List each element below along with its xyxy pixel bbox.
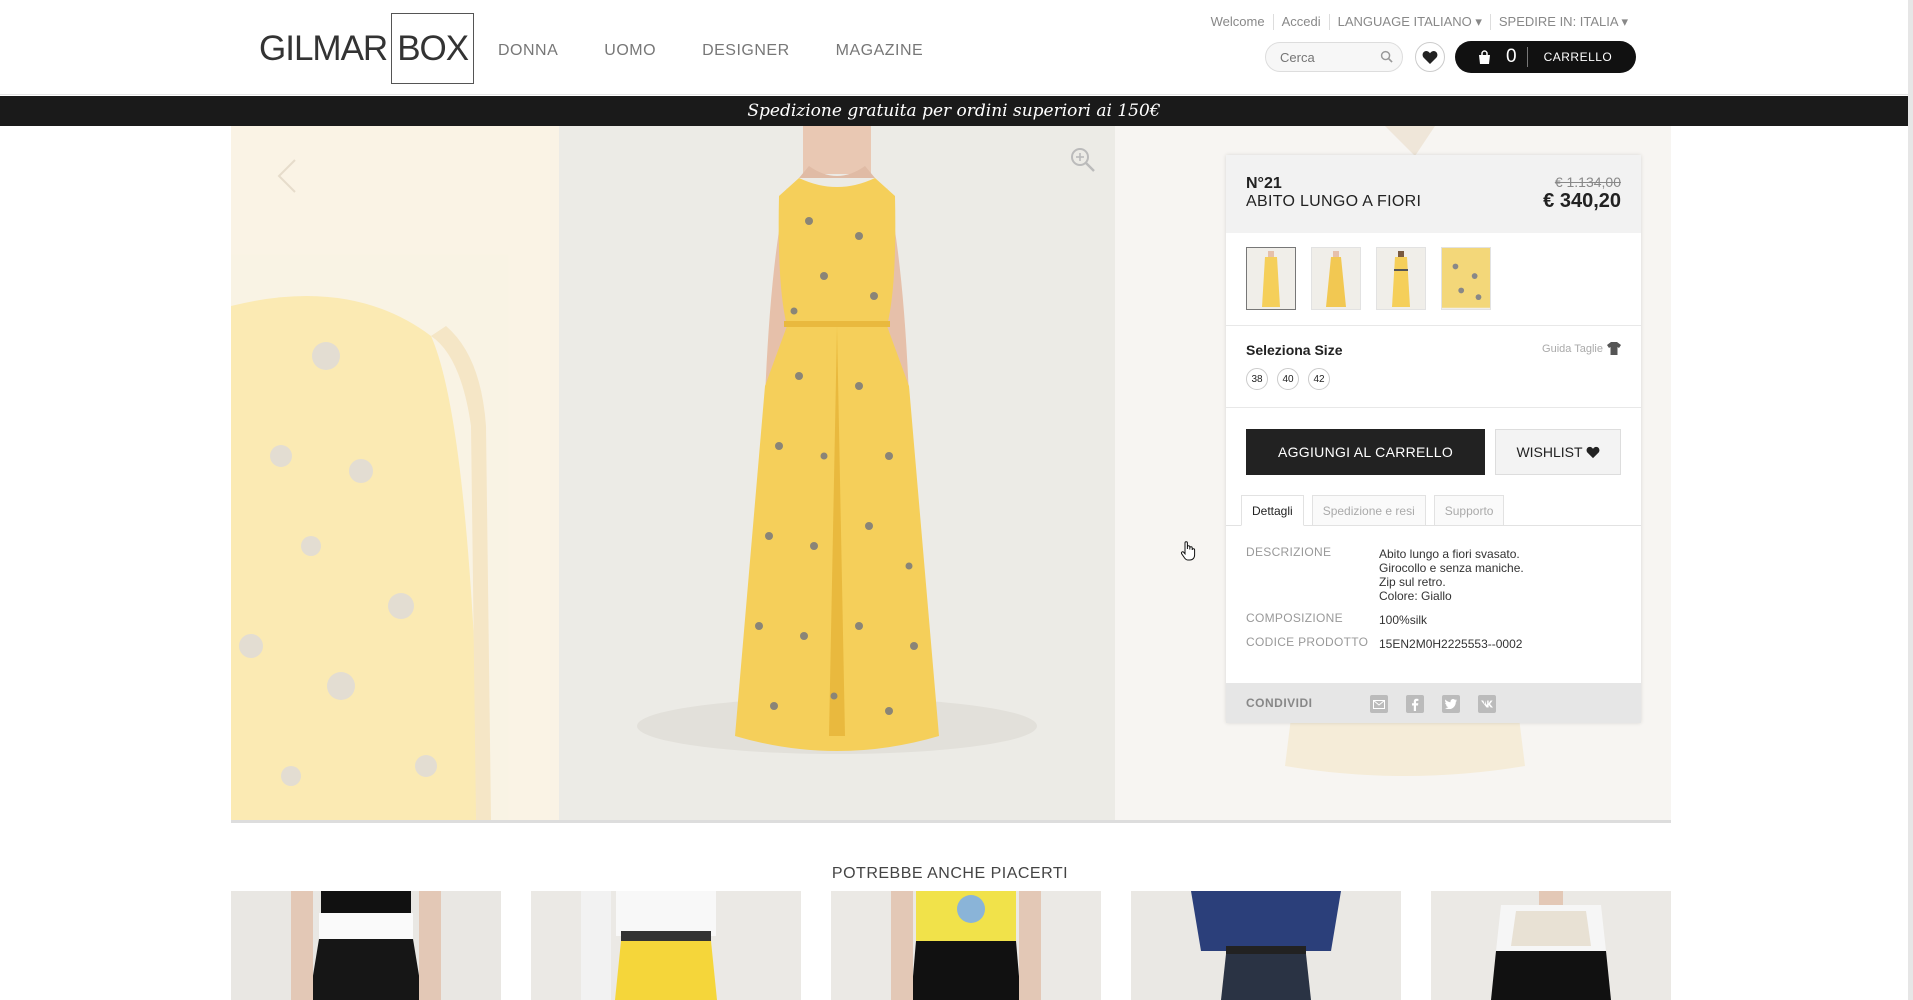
thumbnail-2[interactable] [1311, 247, 1361, 310]
related-product-5[interactable] [1431, 891, 1671, 1000]
email-share-icon[interactable] [1370, 695, 1388, 713]
size-selector-title: Seleziona Size [1246, 342, 1343, 358]
original-price: € 1.134,00 [1554, 174, 1621, 190]
wishlist-button[interactable]: WISHLIST [1495, 429, 1621, 475]
gallery-detail-image [231, 126, 559, 820]
search-box [1265, 42, 1403, 72]
size-guide-label: Guida Taglie [1542, 342, 1603, 355]
product-number: N°21 [1246, 175, 1282, 192]
nav-donna[interactable]: DONNA [498, 42, 558, 60]
product-code-label: CODICE PRODOTTO [1246, 635, 1369, 649]
description-line-4: Colore: Giallo [1379, 589, 1452, 603]
related-product-image [531, 891, 801, 1000]
composition-label: COMPOSIZIONE [1246, 611, 1343, 625]
product-page: GILMAR BOX DONNA UOMO DESIGNER MAGAZINE … [0, 0, 1913, 1000]
size-42[interactable]: 42 [1308, 368, 1330, 390]
description-line-3: Zip sul retro. [1379, 575, 1446, 589]
thumbnail-strip [1246, 247, 1506, 310]
top-links: Welcome Accedi LANGUAGE ITALIANO ▾ SPEDI… [1203, 14, 1636, 30]
related-product-1[interactable] [231, 891, 501, 1000]
shopping-bag-icon [1479, 49, 1490, 64]
product-header: N°21 ABITO LUNGO A FIORI € 1.134,00 € 34… [1226, 155, 1641, 233]
vk-share-icon[interactable] [1478, 695, 1496, 713]
tab-supporto[interactable]: Supporto [1433, 495, 1505, 526]
page-scrollbar[interactable] [1908, 0, 1913, 1000]
tab-dettagli[interactable]: Dettagli [1241, 495, 1304, 526]
thumbnail-dress-front [1262, 251, 1280, 307]
related-product-3[interactable] [831, 891, 1101, 1000]
heart-icon [1586, 446, 1599, 458]
tshirt-icon [1607, 342, 1621, 355]
facebook-share-icon[interactable] [1406, 695, 1424, 713]
welcome-text: Welcome [1210, 14, 1265, 29]
facebook-f-icon [1412, 698, 1419, 711]
wishlist-header-button[interactable] [1415, 42, 1445, 72]
nav-magazine[interactable]: MAGAZINE [836, 42, 924, 60]
description-line-2: Girocollo e senza maniche. [1379, 561, 1524, 575]
heart-icon [1422, 50, 1438, 64]
logo-text-gilmar: GILMAR [259, 28, 388, 68]
site-header: GILMAR BOX DONNA UOMO DESIGNER MAGAZINE … [0, 0, 1913, 95]
thumbnail-dress-detail [1442, 248, 1490, 308]
nav-uomo[interactable]: UOMO [604, 42, 656, 60]
related-product-image [1431, 891, 1671, 1000]
tab-spedizione-e-resi[interactable]: Spedizione e resi [1311, 495, 1426, 526]
size-38[interactable]: 38 [1246, 368, 1268, 390]
previous-image-arrow[interactable] [273, 156, 303, 196]
product-info-panel: N°21 ABITO LUNGO A FIORI € 1.134,00 € 34… [1226, 155, 1641, 723]
free-shipping-banner: Spedizione gratuita per ordini superiori… [0, 96, 1908, 126]
nav-designer[interactable]: DESIGNER [702, 42, 790, 60]
yellow-dress-figure [637, 126, 1037, 754]
size-guide-link[interactable]: Guida Taglie [1542, 342, 1621, 355]
envelope-icon [1373, 699, 1385, 709]
description-label: DESCRIZIONE [1246, 545, 1332, 559]
thumbnail-4[interactable] [1441, 247, 1491, 310]
product-tabs: Dettagli Spedizione e resi Supporto [1241, 495, 1512, 526]
add-to-cart-button[interactable]: AGGIUNGI AL CARRELLO [1246, 429, 1485, 475]
size-options: 38 40 42 [1246, 368, 1339, 390]
main-nav: DONNA UOMO DESIGNER MAGAZINE [498, 42, 969, 60]
share-label: CONDIVIDI [1246, 696, 1313, 710]
product-name: ABITO LUNGO A FIORI [1246, 193, 1422, 210]
cart-button[interactable]: 0 CARRELLO [1455, 41, 1636, 73]
sale-price: € 340,20 [1543, 190, 1621, 212]
vk-logo-icon [1481, 700, 1493, 708]
size-40[interactable]: 40 [1277, 368, 1299, 390]
share-bar: CONDIVIDI [1226, 683, 1641, 723]
thumbnail-dress-side [1326, 251, 1346, 307]
thumbnail-3[interactable] [1376, 247, 1426, 310]
shipping-country-select[interactable]: SPEDIRE IN: ITALIA ▾ [1489, 14, 1636, 30]
cart-count: 0 [1506, 47, 1528, 67]
main-product-image[interactable] [559, 126, 1115, 820]
search-input[interactable] [1266, 43, 1376, 71]
related-product-image [1131, 891, 1401, 1000]
mouse-hand-cursor [1180, 541, 1196, 561]
related-product-image [831, 891, 1101, 1000]
related-products-title: POTREBBE ANCHE PIACERTI [831, 865, 1069, 882]
description-line-1: Abito lungo a fiori svasato. [1379, 547, 1520, 561]
language-select[interactable]: LANGUAGE ITALIANO ▾ [1328, 14, 1490, 30]
composition-value: 100%silk [1379, 613, 1428, 627]
search-icon[interactable] [1380, 50, 1393, 63]
cart-label: CARRELLO [1543, 50, 1613, 64]
twitter-share-icon[interactable] [1442, 695, 1460, 713]
related-product-image [231, 891, 501, 1000]
logo-text-box: BOX [391, 13, 475, 84]
divider [1226, 407, 1641, 408]
thumbnail-1[interactable] [1246, 247, 1296, 310]
wishlist-label: WISHLIST [1516, 444, 1583, 460]
related-product-2[interactable] [531, 891, 801, 1000]
zoom-in-icon[interactable] [1069, 146, 1097, 174]
related-product-4[interactable] [1131, 891, 1401, 1000]
dress-closeup-image [231, 296, 491, 820]
thumbnail-dress-back [1392, 251, 1410, 307]
divider [1226, 325, 1641, 326]
twitter-bird-icon [1445, 699, 1457, 709]
site-logo[interactable]: GILMAR BOX [259, 13, 475, 84]
login-link[interactable]: Accedi [1272, 14, 1329, 30]
product-code-value: 15EN2M0H2225553--0002 [1379, 637, 1523, 651]
